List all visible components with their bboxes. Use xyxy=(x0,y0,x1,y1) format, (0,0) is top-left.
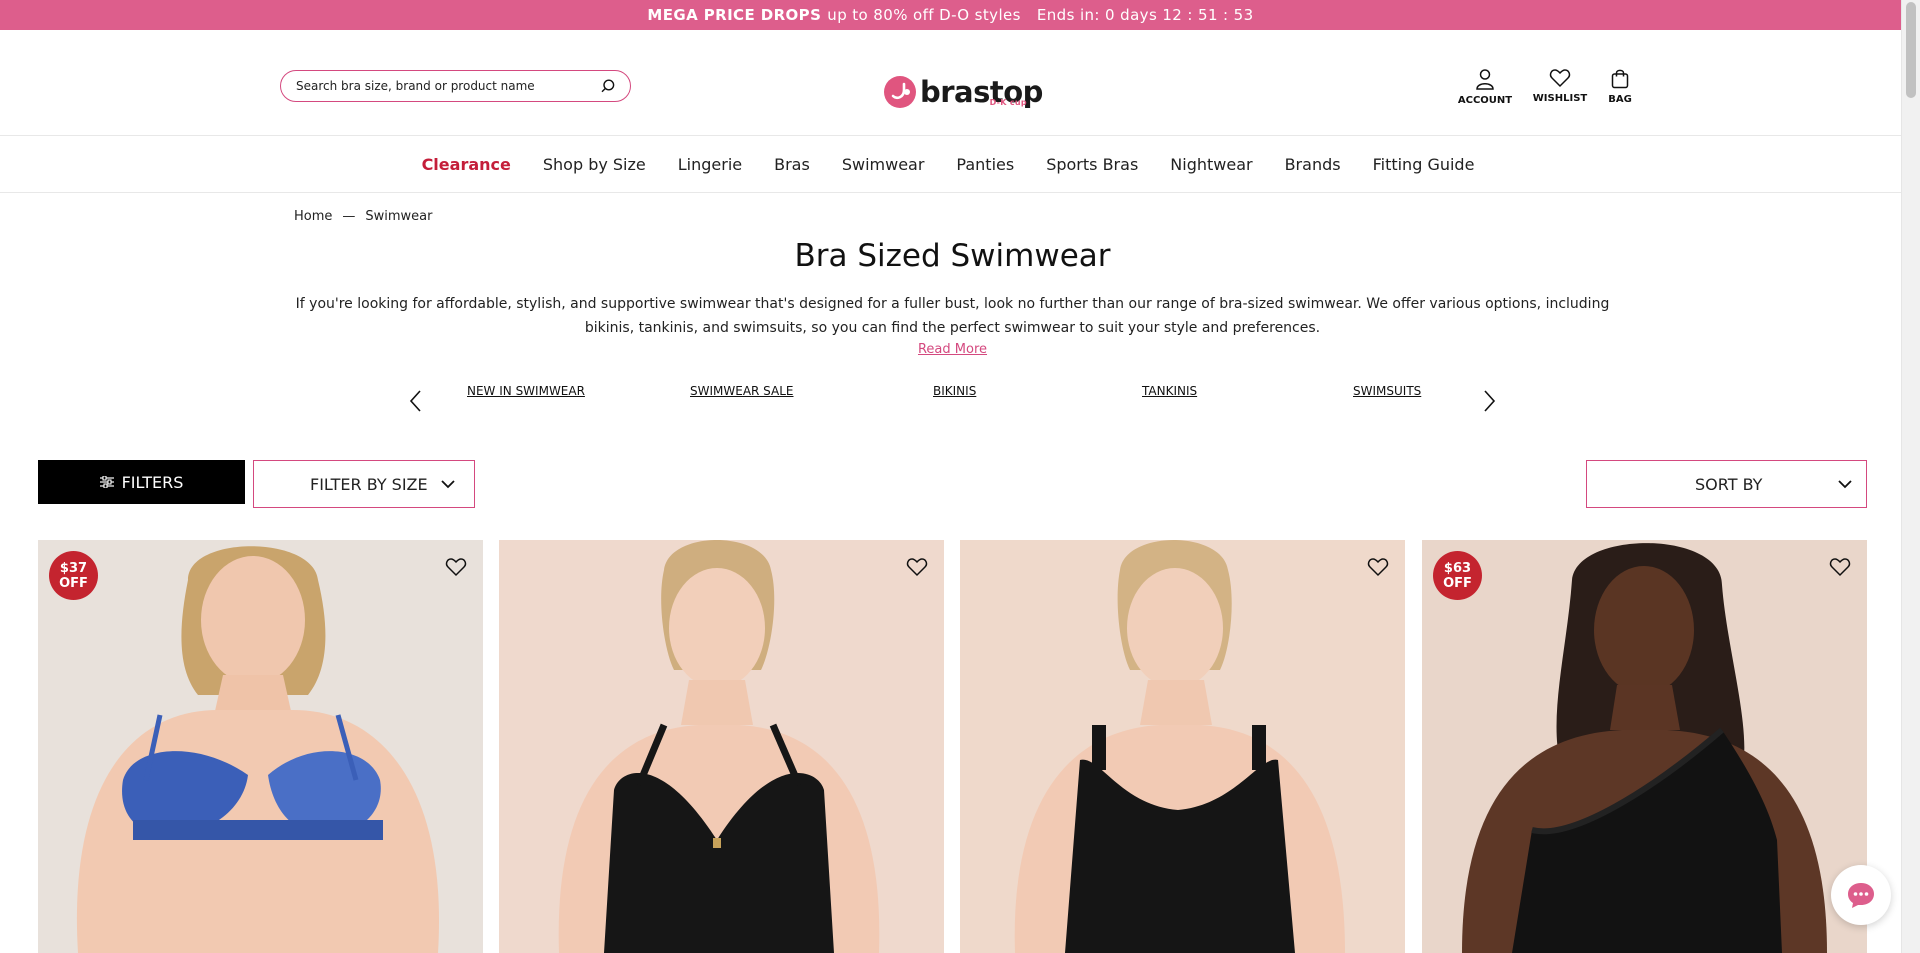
category-new-in-swimwear[interactable]: NEW IN SWIMWEAR xyxy=(467,384,585,398)
heart-icon[interactable] xyxy=(1829,556,1851,578)
site-header: brastop D-K cup ACCOUNT WISHLIST BAG xyxy=(0,30,1901,136)
page-title: Bra Sized Swimwear xyxy=(794,238,1111,274)
user-icon xyxy=(1476,69,1494,90)
page-scrollbar[interactable] xyxy=(1901,0,1920,953)
promo-headline: MEGA PRICE DROPS xyxy=(647,6,822,24)
breadcrumb-current: Swimwear xyxy=(365,209,433,224)
bag-link[interactable]: BAG xyxy=(1605,68,1635,106)
discount-amount: $63 xyxy=(1443,560,1472,576)
breadcrumb-separator: — xyxy=(342,209,356,224)
nav-item-fitting-guide[interactable]: Fitting Guide xyxy=(1373,155,1475,174)
model-photo xyxy=(558,540,880,953)
nav-item-lingerie[interactable]: Lingerie xyxy=(678,155,742,174)
search-bar[interactable] xyxy=(280,70,631,102)
product-image[interactable] xyxy=(38,540,483,953)
breadcrumb: Home — Swimwear xyxy=(294,209,433,224)
logo-subtitle: D-K cup xyxy=(989,98,1027,107)
category-tankinis[interactable]: TANKINIS xyxy=(1142,384,1197,398)
product-card[interactable] xyxy=(960,540,1405,953)
category-swimwear-sale[interactable]: SWIMWEAR SALE xyxy=(690,384,794,398)
filter-by-size-label: FILTER BY SIZE xyxy=(310,474,428,494)
discount-badge: $63 OFF xyxy=(1433,551,1482,600)
sliders-icon xyxy=(99,476,114,488)
scrollbar-thumb[interactable] xyxy=(1906,2,1916,98)
sort-by-label: SORT BY xyxy=(1695,474,1763,494)
wishlist-label: WISHLIST xyxy=(1532,93,1588,104)
filter-by-size-dropdown[interactable]: FILTER BY SIZE xyxy=(253,460,475,508)
logo-mark-icon xyxy=(884,76,916,108)
nav-item-sports-bras[interactable]: Sports Bras xyxy=(1046,155,1138,174)
chevron-right-icon[interactable] xyxy=(1480,388,1498,414)
search-input[interactable] xyxy=(296,79,600,93)
bag-label: BAG xyxy=(1608,94,1632,105)
brastop-logo[interactable]: brastop D-K cup xyxy=(884,70,1043,114)
header-actions: ACCOUNT WISHLIST BAG xyxy=(1455,68,1635,106)
chat-bubble-icon xyxy=(1848,883,1874,908)
read-more-link[interactable]: Read More xyxy=(0,342,1905,357)
page-description: If you're looking for affordable, stylis… xyxy=(295,296,1610,336)
main-nav: Clearance Shop by Size Lingerie Bras Swi… xyxy=(0,137,1901,193)
heart-icon[interactable] xyxy=(1367,556,1389,578)
nav-item-panties[interactable]: Panties xyxy=(956,155,1014,174)
category-carousel: NEW IN SWIMWEAR SWIMWEAR SALE BIKINIS TA… xyxy=(400,380,1510,424)
search-icon[interactable] xyxy=(600,78,616,94)
product-card[interactable]: $37 OFF xyxy=(38,540,483,953)
filters-label: FILTERS xyxy=(121,472,184,492)
bag-icon xyxy=(1611,69,1629,89)
nav-item-nightwear[interactable]: Nightwear xyxy=(1170,155,1252,174)
category-swimsuits[interactable]: SWIMSUITS xyxy=(1353,384,1421,398)
nav-item-swimwear[interactable]: Swimwear xyxy=(842,155,925,174)
chevron-down-icon xyxy=(441,479,455,488)
filters-button[interactable]: FILTERS xyxy=(38,460,245,504)
discount-word: OFF xyxy=(1443,575,1472,591)
discount-amount: $37 xyxy=(59,560,88,576)
account-label: ACCOUNT xyxy=(1457,95,1513,106)
promo-countdown: Ends in: 0 days 12 : 51 : 53 xyxy=(1036,6,1254,24)
breadcrumb-home[interactable]: Home xyxy=(294,209,332,224)
sort-by-dropdown[interactable]: SORT BY xyxy=(1586,460,1867,508)
product-card[interactable] xyxy=(499,540,944,953)
heart-icon[interactable] xyxy=(445,556,467,578)
model-photo xyxy=(76,546,440,953)
model-photo xyxy=(1462,543,1827,953)
promo-text: up to 80% off D-O styles xyxy=(827,6,1021,24)
chat-button[interactable] xyxy=(1831,865,1891,925)
nav-item-clearance[interactable]: Clearance xyxy=(422,155,511,174)
discount-badge: $37 OFF xyxy=(49,551,98,600)
product-image[interactable] xyxy=(1422,540,1867,953)
product-card[interactable]: $63 OFF xyxy=(1422,540,1867,953)
heart-icon xyxy=(1549,69,1571,88)
nav-item-shop-by-size[interactable]: Shop by Size xyxy=(543,155,646,174)
category-bikinis[interactable]: BIKINIS xyxy=(933,384,976,398)
promo-banner[interactable]: MEGA PRICE DROPS up to 80% off D-O style… xyxy=(0,0,1901,30)
wishlist-link[interactable]: WISHLIST xyxy=(1533,68,1587,106)
nav-item-bras[interactable]: Bras xyxy=(774,155,810,174)
nav-item-brands[interactable]: Brands xyxy=(1285,155,1341,174)
discount-word: OFF xyxy=(59,575,88,591)
account-link[interactable]: ACCOUNT xyxy=(1455,68,1515,106)
model-photo xyxy=(1014,540,1345,953)
product-image[interactable] xyxy=(499,540,944,953)
product-grid: $37 OFF $63 OFF xyxy=(38,540,1868,953)
product-image[interactable] xyxy=(960,540,1405,953)
chevron-down-icon xyxy=(1838,479,1852,488)
heart-icon[interactable] xyxy=(906,556,928,578)
chevron-left-icon[interactable] xyxy=(407,388,425,414)
